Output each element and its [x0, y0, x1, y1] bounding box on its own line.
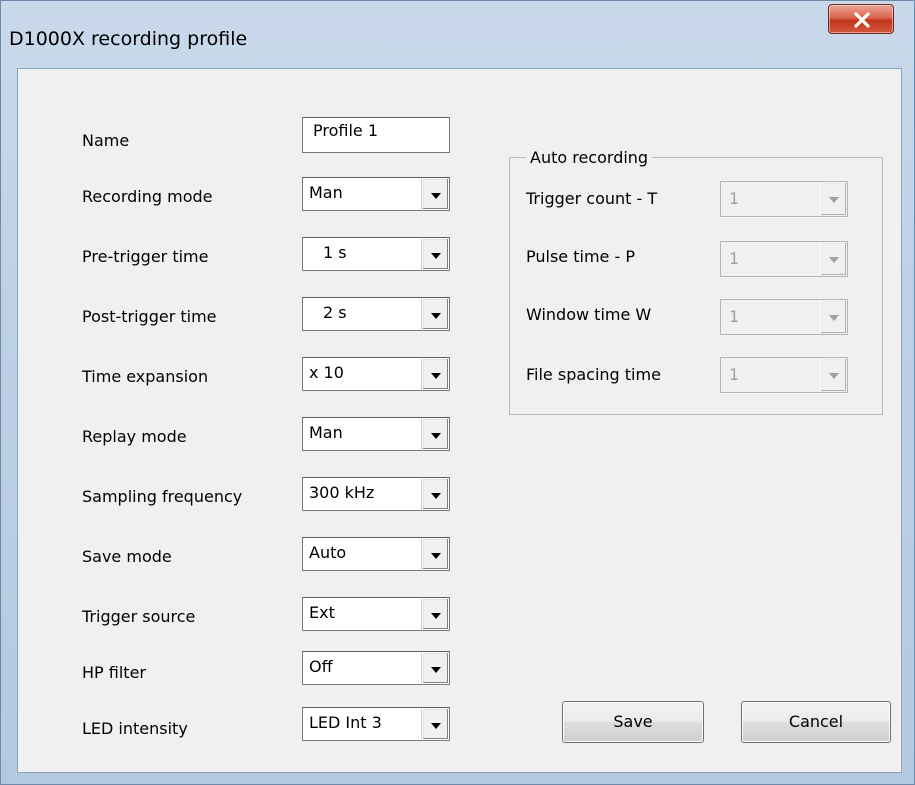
- window-time-label: Window time W: [526, 305, 652, 324]
- recording-mode-select[interactable]: Man: [302, 177, 450, 211]
- sampling-frequency-select[interactable]: 300 kHz: [302, 477, 450, 511]
- time-expansion-dropdown-button[interactable]: [422, 359, 448, 389]
- trigger-count-value: 1: [729, 189, 740, 208]
- sampling-frequency-label: Sampling frequency: [82, 487, 243, 506]
- chevron-down-icon: [431, 553, 441, 559]
- chevron-down-icon: [829, 197, 839, 203]
- trigger-source-value: Ext: [309, 603, 335, 622]
- hp-filter-label: HP filter: [82, 663, 146, 682]
- led-intensity-value: LED Int 3: [309, 713, 382, 732]
- dialog-client-area: Name Profile 1 Recording mode Man Pre-tr…: [17, 68, 902, 773]
- chevron-down-icon: [829, 373, 839, 379]
- pre-trigger-time-select[interactable]: 1 s: [302, 237, 450, 271]
- recording-mode-label: Recording mode: [82, 187, 213, 206]
- replay-mode-value: Man: [309, 423, 343, 442]
- trigger-count-select: 1: [720, 181, 848, 217]
- pre-trigger-time-label: Pre-trigger time: [82, 247, 209, 266]
- led-intensity-label: LED intensity: [82, 719, 188, 738]
- trigger-source-dropdown-button[interactable]: [422, 599, 448, 629]
- post-trigger-time-dropdown-button[interactable]: [422, 299, 448, 329]
- chevron-down-icon: [431, 373, 441, 379]
- save-mode-dropdown-button[interactable]: [422, 539, 448, 569]
- close-icon: [854, 12, 870, 28]
- title-bar[interactable]: D1000X recording profile: [1, 1, 914, 76]
- dialog-window: D1000X recording profile Name Profile 1 …: [0, 0, 915, 785]
- sampling-frequency-dropdown-button[interactable]: [422, 479, 448, 509]
- hp-filter-select[interactable]: Off: [302, 651, 450, 685]
- pulse-time-select: 1: [720, 241, 848, 277]
- trigger-count-label: Trigger count - T: [526, 189, 658, 208]
- save-mode-select[interactable]: Auto: [302, 537, 450, 571]
- pulse-time-label: Pulse time - P: [526, 247, 635, 266]
- file-spacing-time-value: 1: [729, 365, 740, 384]
- window-title: D1000X recording profile: [9, 28, 248, 50]
- recording-mode-value: Man: [309, 183, 343, 202]
- post-trigger-time-value: 2 s: [323, 303, 347, 322]
- save-button[interactable]: Save: [562, 701, 704, 743]
- file-spacing-time-dropdown-button: [820, 359, 846, 391]
- save-mode-label: Save mode: [82, 547, 172, 566]
- chevron-down-icon: [431, 613, 441, 619]
- auto-recording-group-title: Auto recording: [526, 148, 653, 167]
- led-intensity-select[interactable]: LED Int 3: [302, 707, 450, 741]
- close-button[interactable]: [828, 4, 894, 34]
- file-spacing-time-label: File spacing time: [526, 365, 661, 384]
- pulse-time-value: 1: [729, 249, 740, 268]
- name-label: Name: [82, 131, 130, 150]
- cancel-button[interactable]: Cancel: [741, 701, 891, 743]
- chevron-down-icon: [829, 315, 839, 321]
- chevron-down-icon: [431, 723, 441, 729]
- replay-mode-dropdown-button[interactable]: [422, 419, 448, 449]
- recording-mode-dropdown-button[interactable]: [422, 179, 448, 209]
- pre-trigger-time-value: 1 s: [323, 243, 347, 262]
- led-intensity-dropdown-button[interactable]: [422, 709, 448, 739]
- replay-mode-label: Replay mode: [82, 427, 187, 446]
- chevron-down-icon: [431, 313, 441, 319]
- chevron-down-icon: [431, 667, 441, 673]
- file-spacing-time-select: 1: [720, 357, 848, 393]
- sampling-frequency-value: 300 kHz: [309, 483, 375, 502]
- time-expansion-label: Time expansion: [82, 367, 209, 386]
- chevron-down-icon: [431, 193, 441, 199]
- chevron-down-icon: [431, 433, 441, 439]
- trigger-count-dropdown-button: [820, 183, 846, 215]
- chevron-down-icon: [431, 493, 441, 499]
- hp-filter-value: Off: [309, 657, 333, 676]
- chevron-down-icon: [431, 253, 441, 259]
- time-expansion-select[interactable]: x 10: [302, 357, 450, 391]
- save-mode-value: Auto: [309, 543, 347, 562]
- trigger-source-label: Trigger source: [82, 607, 196, 626]
- window-time-value: 1: [729, 307, 740, 326]
- trigger-source-select[interactable]: Ext: [302, 597, 450, 631]
- post-trigger-time-label: Post-trigger time: [82, 307, 217, 326]
- replay-mode-select[interactable]: Man: [302, 417, 450, 451]
- window-time-dropdown-button: [820, 301, 846, 333]
- pre-trigger-time-dropdown-button[interactable]: [422, 239, 448, 269]
- chevron-down-icon: [829, 257, 839, 263]
- time-expansion-value: x 10: [309, 363, 344, 382]
- post-trigger-time-select[interactable]: 2 s: [302, 297, 450, 331]
- hp-filter-dropdown-button[interactable]: [422, 653, 448, 683]
- pulse-time-dropdown-button: [820, 243, 846, 275]
- window-time-select: 1: [720, 299, 848, 335]
- name-input[interactable]: Profile 1: [302, 117, 450, 153]
